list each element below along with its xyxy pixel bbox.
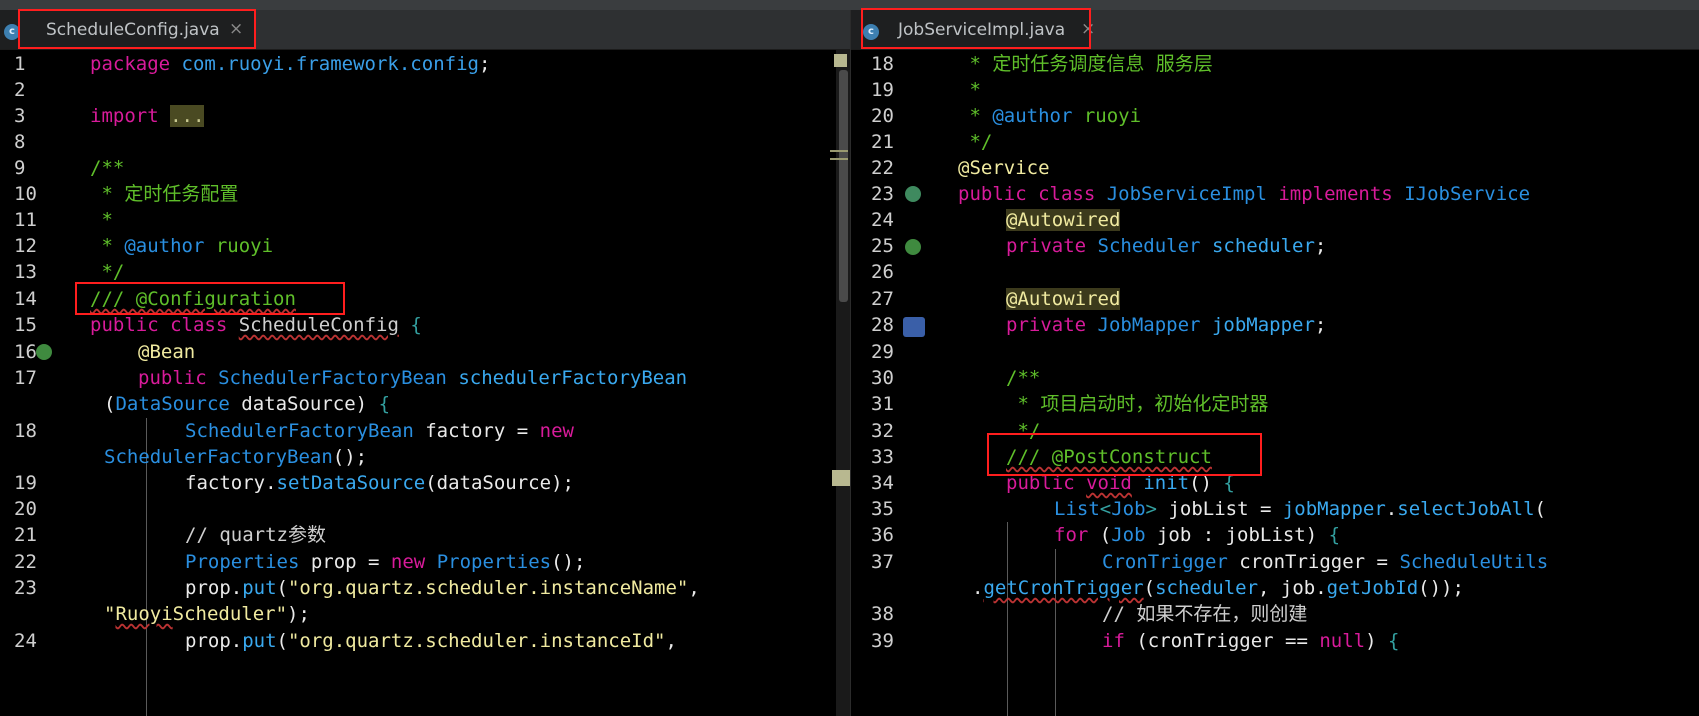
annotation-box-postconstruct xyxy=(987,433,1262,476)
implementation-gutter-icon[interactable] xyxy=(905,186,921,202)
line-number: 15 xyxy=(14,314,37,336)
line-number: 3 xyxy=(14,105,26,127)
code-line: * 项目启动时，初始化定时器 xyxy=(1006,393,1269,415)
code-line: * @author ruoyi xyxy=(90,235,274,257)
code-line: CronTrigger cronTrigger = ScheduleUtils xyxy=(1102,551,1549,573)
code-line: * 定时任务配置 xyxy=(90,183,239,205)
line-number: 39 xyxy=(871,630,894,652)
line-number: 10 xyxy=(14,183,37,205)
error-stripe-marker[interactable] xyxy=(834,54,847,67)
line-number: 14 xyxy=(14,288,37,310)
code-line: public class ScheduleConfig { xyxy=(90,314,422,336)
line-number: 9 xyxy=(14,157,26,179)
line-number: 22 xyxy=(14,551,37,573)
line-number: 24 xyxy=(871,209,894,231)
line-number: 12 xyxy=(14,235,37,257)
line-number: 33 xyxy=(871,446,894,468)
line-number: 34 xyxy=(871,472,894,494)
line-number: 36 xyxy=(871,524,894,546)
code-line: @Service xyxy=(958,157,1050,179)
left-editor-pane[interactable]: 1 2 3 8 9 10 11 12 13 14 15 16 17 18 19 20 21 22 23 24 pack… xyxy=(0,50,850,716)
line-number: 38 xyxy=(871,603,894,625)
scrollbar-thumb[interactable] xyxy=(839,70,848,302)
line-number: 11 xyxy=(14,209,37,231)
line-number: 17 xyxy=(14,367,37,389)
code-line: prop.put("org.quartz.scheduler.instanceN… xyxy=(185,577,700,599)
line-number: 37 xyxy=(871,551,894,573)
line-number: 19 xyxy=(14,472,37,494)
code-line: // quartz参数 xyxy=(185,524,326,546)
line-number: 23 xyxy=(14,577,37,599)
line-number: 22 xyxy=(871,157,894,179)
code-line: * @author ruoyi xyxy=(958,105,1142,127)
line-number: 8 xyxy=(14,131,26,153)
code-line: @Autowired xyxy=(1006,288,1121,310)
code-line: import ... xyxy=(90,105,205,127)
code-line: * 定时任务调度信息 服务层 xyxy=(958,53,1213,75)
code-line: @Bean xyxy=(138,341,196,363)
line-number: 29 xyxy=(871,341,894,363)
change-marker xyxy=(830,150,848,152)
line-number: 35 xyxy=(871,498,894,520)
code-line: SchedulerFactoryBean(); xyxy=(104,446,368,468)
line-number: 20 xyxy=(14,498,37,520)
right-editor-pane[interactable]: 18 19 20 21 22 23 24 25 26 27 28 29 30 31 32 33 34 35 36 37… xyxy=(851,50,1699,716)
folded-imports[interactable]: ... xyxy=(170,105,205,127)
line-number: 13 xyxy=(14,261,37,283)
line-number: 18 xyxy=(871,53,894,75)
code-line: SchedulerFactoryBean factory = new xyxy=(185,420,574,442)
code-line: @Autowired xyxy=(1006,209,1121,231)
code-line: private JobMapper jobMapper; xyxy=(1006,314,1327,336)
annotation-box-right-tab xyxy=(861,8,1091,49)
code-line: factory.setDataSource(dataSource); xyxy=(185,472,574,494)
code-line: prop.put("org.quartz.scheduler.instanceI… xyxy=(185,630,677,652)
line-number: 2 xyxy=(14,79,26,101)
line-number: 1 xyxy=(14,53,26,75)
line-number: 20 xyxy=(871,105,894,127)
code-line: public SchedulerFactoryBean schedulerFac… xyxy=(138,367,688,389)
line-number: 30 xyxy=(871,367,894,389)
code-line: (DataSource dataSource) { xyxy=(104,393,391,415)
annotation-box-configuration xyxy=(75,282,345,315)
line-number: 18 xyxy=(14,420,37,442)
code-line: if (cronTrigger == null) { xyxy=(1102,630,1400,652)
code-line: * xyxy=(958,79,981,101)
code-line: for (Job job : jobList) { xyxy=(1054,524,1341,546)
bean-gutter-icon[interactable] xyxy=(36,344,52,360)
code-line: */ xyxy=(958,131,993,153)
indent-guide xyxy=(1007,522,1008,716)
code-line: Properties prop = new Properties(); xyxy=(185,551,586,573)
annotation-box-left-tab xyxy=(18,9,256,49)
line-number: 21 xyxy=(14,524,37,546)
code-line: /** xyxy=(1006,367,1041,389)
line-number: 31 xyxy=(871,393,894,415)
change-marker xyxy=(832,470,850,486)
code-line: // 如果不存在，则创建 xyxy=(1102,603,1308,625)
code-line: public class JobServiceImpl implements I… xyxy=(958,183,1531,205)
line-number: 27 xyxy=(871,288,894,310)
line-number: 21 xyxy=(871,131,894,153)
code-line: /** xyxy=(90,157,125,179)
line-number: 32 xyxy=(871,420,894,442)
line-number: 24 xyxy=(14,630,37,652)
code-line: "RuoyiScheduler"); xyxy=(104,603,310,625)
mapper-gutter-icon[interactable] xyxy=(903,317,925,337)
code-line: * xyxy=(90,209,113,231)
autowire-gutter-icon[interactable] xyxy=(905,239,921,255)
code-line: List<Job> jobList = jobMapper.selectJobA… xyxy=(1054,498,1546,520)
change-marker xyxy=(830,158,848,160)
code-line: .getCronTrigger(scheduler, job.getJobId(… xyxy=(972,577,1464,599)
code-line: package com.ruoyi.framework.config; xyxy=(90,53,491,75)
line-number: 19 xyxy=(871,79,894,101)
line-number: 26 xyxy=(871,261,894,283)
code-line: private Scheduler scheduler; xyxy=(1006,235,1327,257)
